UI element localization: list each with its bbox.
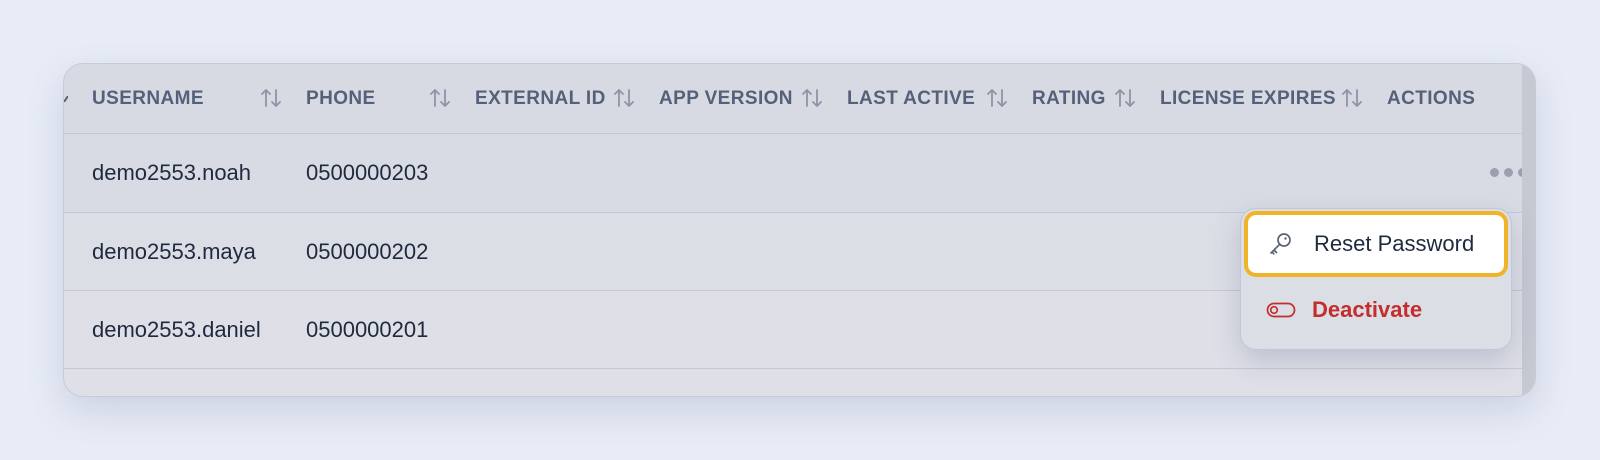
- column-header-actions: ACTIONS: [1387, 64, 1475, 134]
- sort-arrows-icon[interactable]: [260, 86, 282, 110]
- column-header-last-active[interactable]: LAST ACTIVE: [847, 64, 975, 134]
- truncated-column-edge: [64, 96, 68, 102]
- table-header-row: USERNAME PHONE EXTERNAL ID APP VERSION L…: [64, 64, 1524, 134]
- more-horizontal-icon: [1503, 167, 1513, 177]
- cell-username: demo2553.noah: [92, 160, 252, 185]
- column-header-phone[interactable]: PHONE: [306, 64, 376, 134]
- column-header-label: LAST ACTIVE: [847, 88, 976, 109]
- column-header-username[interactable]: USERNAME: [92, 64, 204, 134]
- column-header-label: LICENSE EXPIRES: [1160, 88, 1336, 109]
- sort-arrows-icon[interactable]: [1114, 86, 1136, 110]
- reset-password-menu-item[interactable]: Reset Password: [1244, 211, 1508, 277]
- table-row-partial: [64, 369, 1524, 396]
- column-header-label: EXTERNAL ID: [475, 88, 606, 109]
- column-header-app-version[interactable]: APP VERSION: [659, 64, 793, 134]
- sort-arrows-icon[interactable]: [613, 86, 635, 110]
- column-header-label: RATING: [1032, 88, 1106, 109]
- column-header-license-expires[interactable]: LICENSE EXPIRES: [1160, 64, 1336, 134]
- sort-arrows-icon[interactable]: [801, 86, 823, 110]
- cell-username: demo2553.daniel: [92, 316, 261, 342]
- key-icon: [1266, 229, 1296, 259]
- horizontal-scroll-track[interactable]: [1522, 64, 1535, 396]
- table-row[interactable]: demo2553.noah 0500000203: [64, 134, 1527, 213]
- cell-phone: 0500000203: [306, 160, 429, 185]
- deactivate-menu-item[interactable]: Deactivate: [1244, 277, 1508, 343]
- menu-item-label: Reset Password: [1314, 231, 1475, 256]
- cell-phone: 0500000202: [306, 238, 429, 264]
- sort-arrows-icon[interactable]: [1341, 86, 1363, 110]
- row-actions-menu: Reset Password Deactivate: [1240, 208, 1512, 350]
- sort-arrows-icon[interactable]: [986, 86, 1008, 110]
- menu-item-label: Deactivate: [1312, 297, 1423, 322]
- sort-arrows-icon[interactable]: [429, 86, 451, 110]
- cell-username: demo2553.maya: [92, 238, 256, 264]
- column-header-label: USERNAME: [92, 88, 204, 109]
- column-header-label: APP VERSION: [659, 88, 793, 109]
- column-header-external-id[interactable]: EXTERNAL ID: [475, 64, 606, 134]
- more-horizontal-icon: [1489, 167, 1499, 177]
- column-header-label: ACTIONS: [1387, 88, 1476, 109]
- toggle-off-icon: [1266, 295, 1296, 325]
- column-header-label: PHONE: [306, 88, 376, 109]
- cell-phone: 0500000201: [306, 316, 429, 342]
- column-header-rating[interactable]: RATING: [1032, 64, 1106, 134]
